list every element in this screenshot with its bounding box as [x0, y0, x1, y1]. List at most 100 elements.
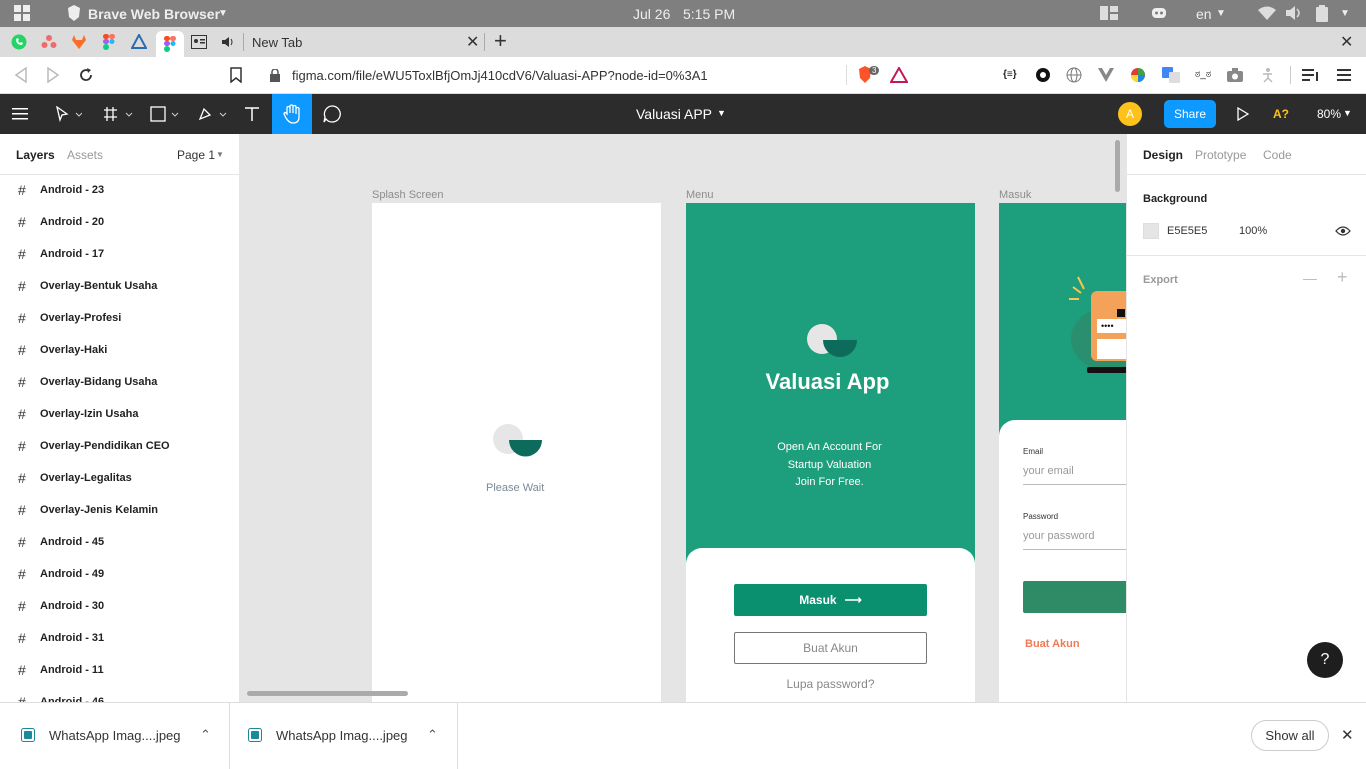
new-tab-plus-icon[interactable]: + — [494, 28, 507, 54]
translate-icon[interactable] — [1162, 67, 1180, 83]
visibility-eye-icon[interactable] — [1335, 225, 1351, 240]
background-hex-value[interactable]: E5E5E5 — [1167, 225, 1207, 237]
back-icon[interactable] — [14, 67, 28, 83]
figma-tab-icon[interactable] — [156, 31, 184, 57]
whatsapp-icon[interactable] — [8, 31, 30, 53]
layer-row[interactable]: # Overlay-Pendidikan CEO — [0, 430, 239, 462]
missing-fonts-indicator[interactable]: A? — [1273, 107, 1289, 121]
tab-prototype[interactable]: Prototype — [1195, 148, 1246, 162]
hand-tool-icon[interactable] — [272, 94, 312, 134]
volume-icon[interactable] — [1286, 6, 1302, 23]
layer-row[interactable]: # Overlay-Izin Usaha — [0, 398, 239, 430]
page-selector[interactable]: Page 1 — [177, 148, 215, 162]
plus-icon[interactable]: + — [1337, 267, 1348, 288]
comment-tool-icon[interactable] — [318, 94, 346, 134]
download-item[interactable]: WhatsApp Imag....jpeg ⌃ — [230, 703, 458, 769]
figma-icon[interactable] — [98, 31, 120, 53]
apps-grid-icon[interactable] — [14, 5, 30, 21]
tab-assets[interactable]: Assets — [67, 148, 103, 162]
color-picker-icon[interactable] — [1130, 67, 1146, 83]
chevron-down-icon[interactable]: ▼ — [717, 108, 726, 118]
background-opacity-value[interactable]: 100% — [1239, 225, 1267, 237]
speaker-icon[interactable] — [218, 31, 240, 53]
layer-row[interactable]: # Android - 11 — [0, 654, 239, 686]
face-extension-icon[interactable]: ಠ_ಠ — [1195, 69, 1211, 80]
forward-icon[interactable] — [46, 67, 60, 83]
frame-menu[interactable]: Valuasi App Open An Account For Startup … — [686, 203, 975, 702]
contact-card-icon[interactable] — [188, 31, 210, 53]
globe-icon[interactable] — [1066, 67, 1082, 83]
shape-tool-icon[interactable] — [146, 94, 182, 134]
extension-icon[interactable] — [1035, 67, 1051, 83]
json-extension-icon[interactable]: {≡} — [1003, 69, 1017, 80]
email-input[interactable]: your email — [1023, 465, 1074, 477]
discord-icon[interactable] — [1151, 6, 1167, 23]
brave-rewards-icon[interactable] — [890, 67, 908, 83]
text-tool-icon[interactable] — [238, 94, 266, 134]
os-time[interactable]: 5:15 PM — [683, 6, 735, 22]
chevron-up-icon[interactable]: ⌃ — [200, 727, 211, 743]
tab-layers[interactable]: Layers — [16, 148, 55, 162]
frame-masuk[interactable]: •••• Email your email Password your pass… — [999, 203, 1126, 702]
layer-row[interactable]: # Android - 46 — [0, 686, 239, 702]
frame-label-splash[interactable]: Splash Screen — [372, 189, 444, 201]
chevron-down-icon[interactable]: ▼ — [216, 150, 224, 159]
layer-row[interactable]: # Overlay-Jenis Kelamin — [0, 494, 239, 526]
create-account-link[interactable]: Buat Akun — [1025, 638, 1080, 650]
help-button[interactable]: ? — [1307, 642, 1343, 678]
menu-icon[interactable] — [1337, 69, 1351, 81]
chevron-down-icon[interactable]: ▼ — [1216, 8, 1226, 19]
address-field[interactable]: figma.com/file/eWU5ToxlBfjOmJj410cdV6/Va… — [258, 61, 846, 90]
os-date[interactable]: Jul 26 — [633, 6, 670, 22]
forgot-password-link[interactable]: Lupa password? — [686, 677, 975, 691]
layer-row[interactable]: # Android - 20 — [0, 206, 239, 238]
design-canvas[interactable]: Splash Screen Please Wait Menu Valuasi A… — [240, 134, 1126, 702]
layer-row[interactable]: # Overlay-Legalitas — [0, 462, 239, 494]
vue-devtools-icon[interactable] — [1098, 68, 1114, 82]
move-tool-icon[interactable] — [50, 94, 86, 134]
language-indicator[interactable]: en — [1196, 6, 1212, 22]
layer-row[interactable]: # Overlay-Bidang Usaha — [0, 366, 239, 398]
pen-tool-icon[interactable] — [194, 94, 230, 134]
layer-row[interactable]: # Android - 31 — [0, 622, 239, 654]
download-item[interactable]: WhatsApp Imag....jpeg ⌃ — [0, 703, 230, 769]
share-button[interactable]: Share — [1164, 100, 1216, 128]
bookmark-icon[interactable] — [230, 67, 242, 83]
horizontal-scrollbar[interactable] — [247, 691, 408, 696]
tab-code[interactable]: Code — [1263, 148, 1292, 162]
layer-row[interactable]: # Android - 23 — [0, 174, 239, 206]
playlist-icon[interactable] — [1302, 68, 1318, 82]
accessibility-icon[interactable] — [1259, 67, 1275, 83]
vertical-scrollbar[interactable] — [1115, 140, 1120, 192]
layer-row[interactable]: # Overlay-Profesi — [0, 302, 239, 334]
camera-icon[interactable] — [1227, 68, 1243, 82]
layer-row[interactable]: # Overlay-Haki — [0, 334, 239, 366]
user-avatar[interactable]: A — [1118, 102, 1142, 126]
masuk-submit-button[interactable] — [1023, 581, 1126, 613]
frame-label-menu[interactable]: Menu — [686, 189, 714, 201]
frame-splash-screen[interactable]: Please Wait — [372, 203, 661, 702]
chevron-up-icon[interactable]: ⌃ — [427, 727, 438, 743]
login-button[interactable]: Masuk ⟶ — [734, 584, 927, 616]
wifi-icon[interactable] — [1258, 6, 1276, 23]
chevron-down-icon[interactable]: ▼ — [1340, 8, 1350, 19]
show-all-button[interactable]: Show all — [1251, 720, 1329, 751]
close-downloads-icon[interactable]: ✕ — [1341, 726, 1354, 744]
chevron-down-icon[interactable]: ▼ — [1343, 108, 1352, 118]
chevron-down-icon[interactable]: ▼ — [218, 8, 228, 19]
battery-icon[interactable] — [1316, 5, 1328, 25]
zoom-level[interactable]: 80% — [1317, 107, 1341, 121]
minus-icon[interactable]: — — [1303, 270, 1317, 286]
layer-row[interactable]: # Android - 30 — [0, 590, 239, 622]
main-menu-icon[interactable] — [8, 94, 32, 134]
layer-row[interactable]: # Overlay-Bentuk Usaha — [0, 270, 239, 302]
close-window-icon[interactable]: ✕ — [1340, 32, 1353, 52]
tab-new-tab-title[interactable]: New Tab — [252, 35, 302, 50]
layer-row[interactable]: # Android - 45 — [0, 526, 239, 558]
close-tab-icon[interactable]: ✕ — [466, 32, 479, 52]
gitlab-icon[interactable] — [68, 31, 90, 53]
reload-icon[interactable] — [78, 67, 94, 83]
password-input[interactable]: your password — [1023, 530, 1095, 542]
present-play-icon[interactable] — [1232, 94, 1254, 134]
asana-icon[interactable] — [38, 31, 60, 53]
